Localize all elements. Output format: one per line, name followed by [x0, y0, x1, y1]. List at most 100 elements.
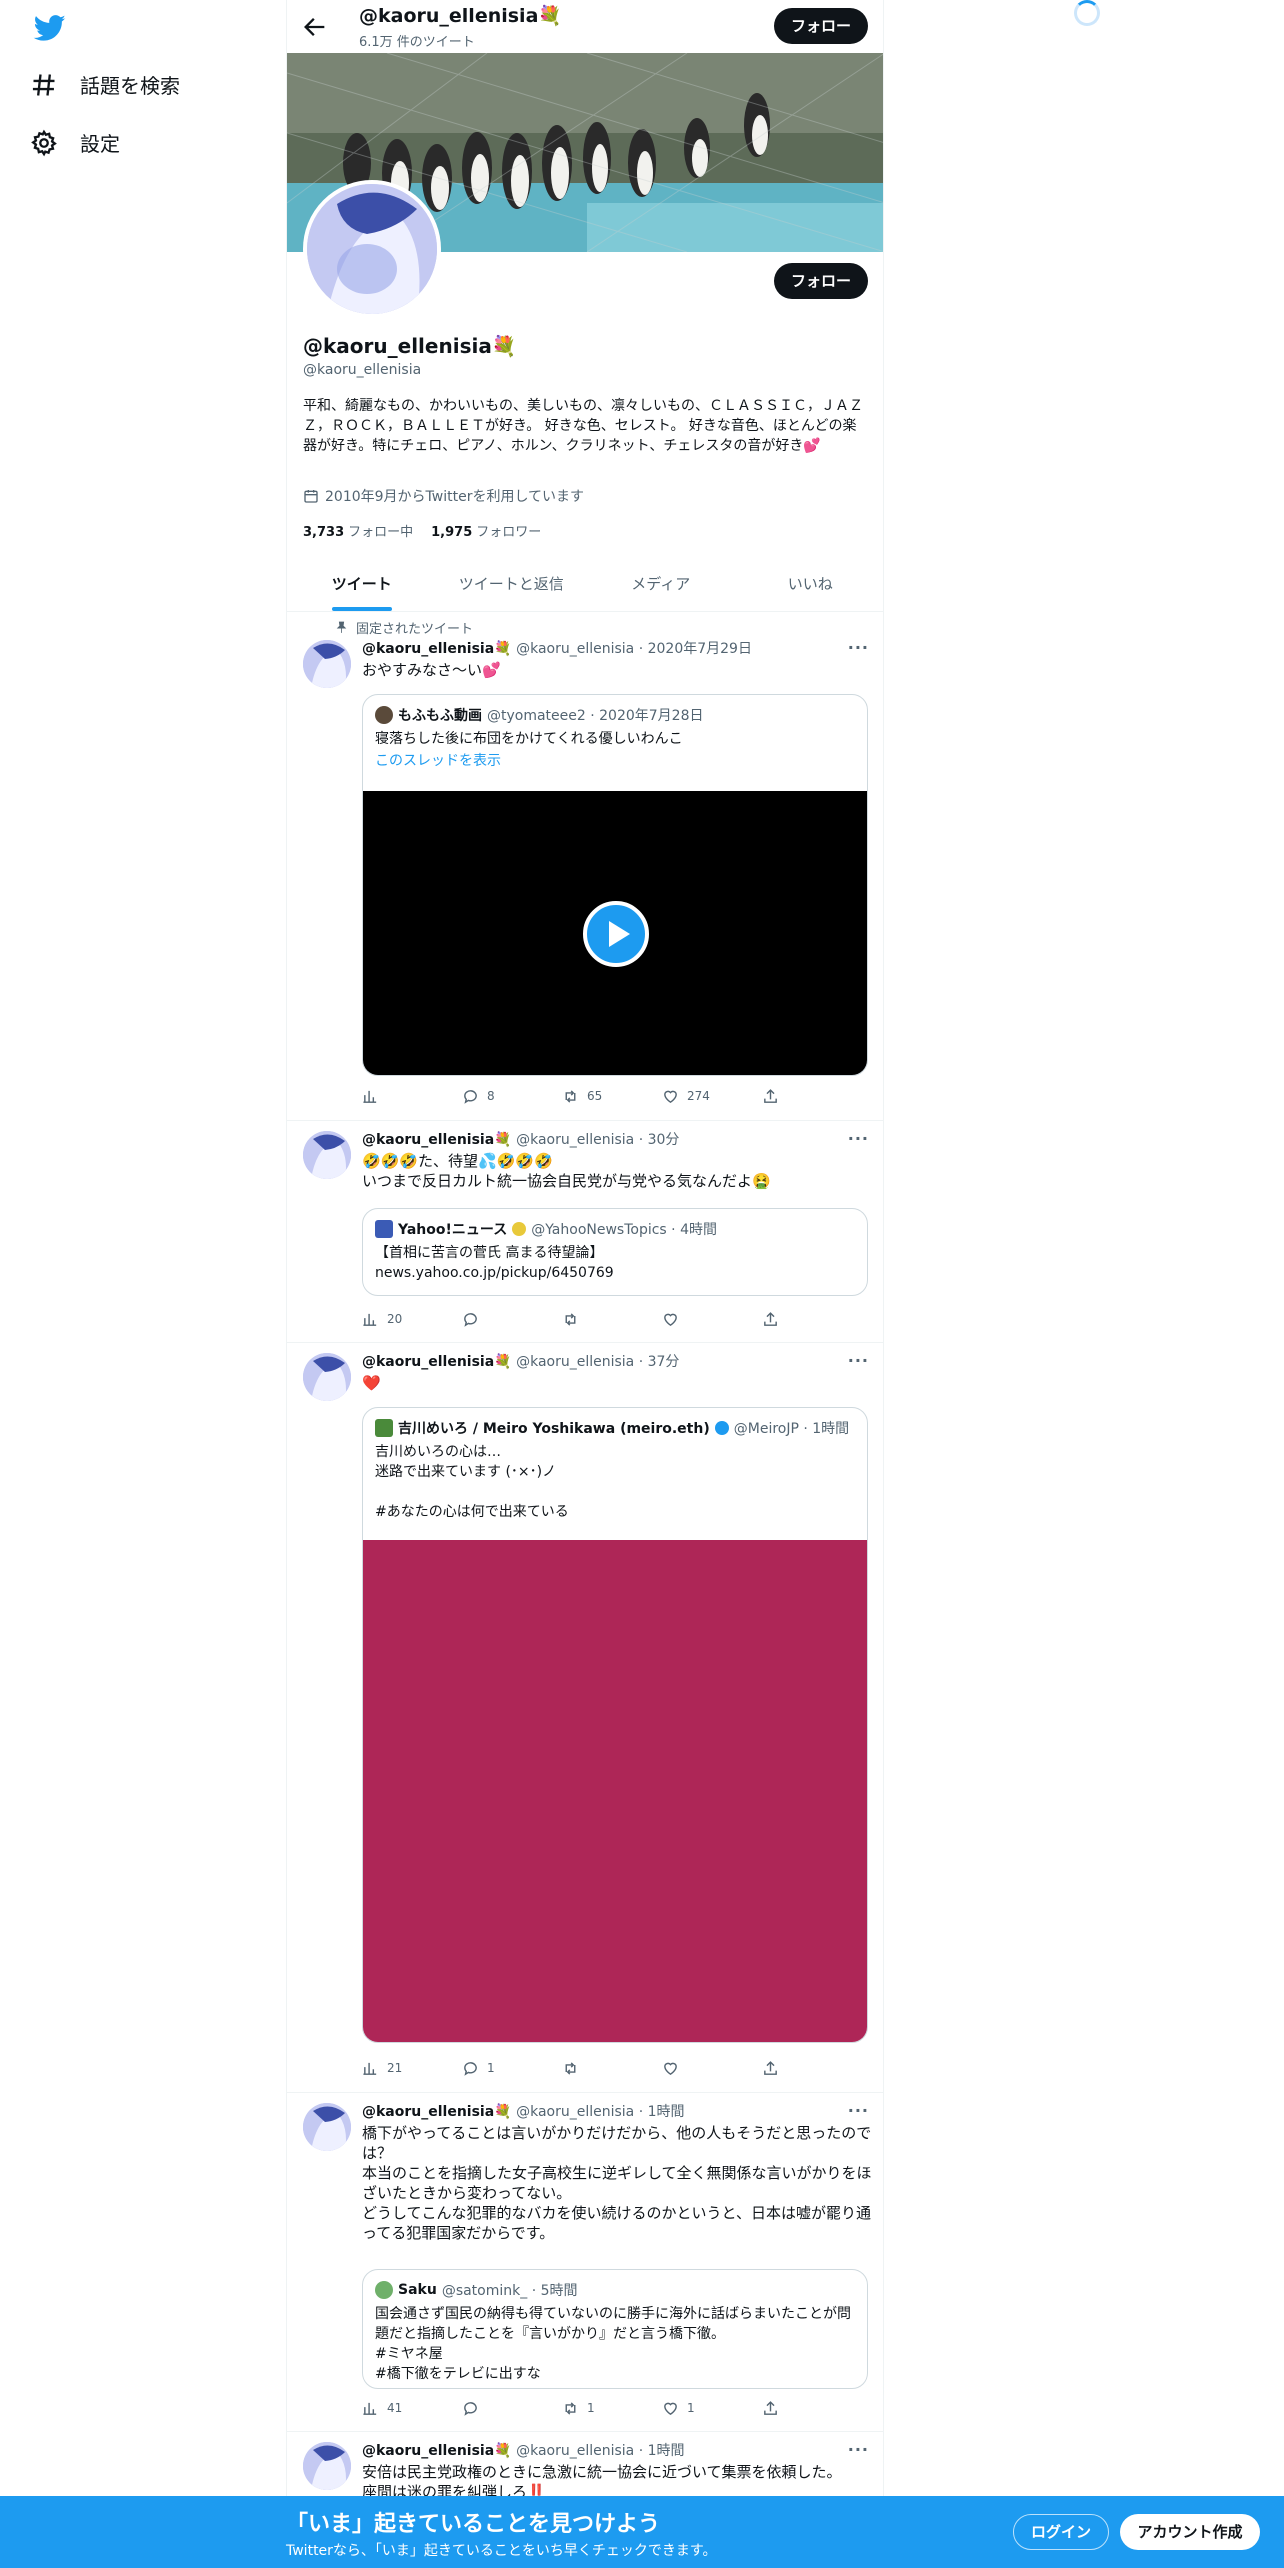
- tweet-author[interactable]: @kaoru_ellenisia💐: [362, 641, 512, 657]
- reply-button[interactable]: 1: [462, 2058, 532, 2078]
- tweet-author[interactable]: @kaoru_ellenisia💐: [362, 2443, 512, 2459]
- followers-label: フォロワー: [476, 525, 542, 540]
- retweet-button[interactable]: 1: [562, 2398, 632, 2418]
- more-icon[interactable]: ···: [848, 2440, 869, 2459]
- twitter-logo-icon[interactable]: [30, 12, 70, 44]
- views-button[interactable]: 20: [362, 1309, 432, 1329]
- nav-settings[interactable]: 設定: [30, 128, 120, 157]
- tweet-avatar[interactable]: [303, 2103, 351, 2151]
- tweet-author[interactable]: @kaoru_ellenisia💐: [362, 1354, 512, 1370]
- following-link[interactable]: 3,733 フォロー中: [303, 521, 413, 540]
- back-arrow-icon[interactable]: [301, 13, 329, 41]
- calendar-icon: [304, 490, 318, 503]
- reply-count: 1: [487, 2061, 495, 2075]
- followers-link[interactable]: 1,975 フォロワー: [431, 521, 541, 540]
- show-thread-link[interactable]: このスレッドを表示: [375, 751, 855, 771]
- tab-tweets-replies[interactable]: ツイートと返信: [437, 556, 587, 611]
- quote-meta: @MeiroJP · 1時間: [733, 1421, 850, 1437]
- reply-button[interactable]: [462, 2398, 532, 2418]
- tweet-avatar[interactable]: [303, 2442, 351, 2490]
- quote-tweet[interactable]: もふもふ動画 @tyomateee2 · 2020年7月28日 寝落ちした後に布団…: [362, 694, 868, 1076]
- tweet-avatar[interactable]: [303, 640, 351, 688]
- like-button[interactable]: 274: [662, 1086, 732, 1106]
- retweet-icon: [565, 2061, 576, 2075]
- tweet-header: @kaoru_ellenisia💐 @kaoru_ellenisia · 37分: [362, 1351, 679, 1371]
- tweet-avatar[interactable]: [303, 1353, 351, 1401]
- share-button[interactable]: [762, 2398, 782, 2418]
- header-tweet-count: 6.1万 件のツイート: [359, 35, 475, 50]
- tweet-avatar[interactable]: [303, 1131, 351, 1179]
- tweet-author[interactable]: @kaoru_ellenisia💐: [362, 1132, 512, 1148]
- like-count: 1: [687, 2401, 695, 2415]
- nav-explore[interactable]: 話題を検索: [30, 70, 180, 99]
- retweet-button[interactable]: 65: [562, 1086, 632, 1106]
- more-icon[interactable]: ···: [848, 2101, 869, 2120]
- quote-meta: @YahooNewsTopics · 4時間: [531, 1222, 717, 1238]
- tweet-meta: @kaoru_ellenisia · 2020年7月29日: [516, 641, 752, 657]
- tweet-meta: @kaoru_ellenisia · 1時間: [516, 2104, 685, 2120]
- play-icon[interactable]: [583, 901, 649, 967]
- share-button[interactable]: [762, 1309, 782, 1329]
- retweet-button[interactable]: [562, 2058, 632, 2078]
- like-button[interactable]: 1: [662, 2398, 732, 2418]
- quote-avatar: [375, 706, 393, 724]
- tweet-author[interactable]: @kaoru_ellenisia💐: [362, 2104, 512, 2120]
- views-button[interactable]: 41: [362, 2398, 432, 2418]
- header-follow-button[interactable]: フォロー: [774, 8, 868, 44]
- signup-banner: 「いま」起きていることを見つけよう Twitterなら、「いま」起きていることを…: [0, 2496, 1284, 2568]
- tweet[interactable]: @kaoru_ellenisia💐 @kaoru_ellenisia · 30分…: [287, 1121, 883, 1343]
- quote-image[interactable]: [363, 1540, 867, 2042]
- like-button[interactable]: [662, 2058, 732, 2078]
- verified-icon: [512, 1222, 527, 1236]
- share-icon: [764, 1088, 777, 1103]
- profile-name: @kaoru_ellenisia💐: [303, 334, 517, 358]
- quote-meta: @satomink_ · 5時間: [441, 2283, 578, 2299]
- tab-likes[interactable]: いいね: [736, 556, 884, 611]
- profile-avatar[interactable]: [303, 180, 441, 318]
- more-icon[interactable]: ···: [848, 638, 869, 657]
- more-icon[interactable]: ···: [848, 1351, 869, 1370]
- tab-media[interactable]: メディア: [586, 556, 736, 611]
- quote-text: 吉川めいろの心は… 迷路で出来ています (･×･)ノ #あなたの心は何で出来てい…: [375, 1444, 569, 1520]
- video-player[interactable]: [363, 791, 867, 1075]
- quote-tweet[interactable]: Saku @satomink_ · 5時間 国会通さず国民の納得も得ていないのに勝…: [362, 2269, 868, 2389]
- reply-icon: [464, 2401, 477, 2416]
- quote-text: 寝落ちした後に布団をかけてくれる優しいわんこ: [375, 731, 683, 747]
- like-button[interactable]: [662, 1309, 732, 1329]
- share-button[interactable]: [762, 2058, 782, 2078]
- login-button[interactable]: ログイン: [1013, 2514, 1109, 2550]
- loading-spinner-icon: [1074, 0, 1100, 26]
- signup-button[interactable]: アカウント作成: [1120, 2514, 1260, 2550]
- profile-follow-button[interactable]: フォロー: [774, 263, 868, 299]
- tweet-text: 🤣🤣🤣た、待望💦🤣🤣🤣 いつまで反日カルト統一協会自民党が与党やる気なんだよ🤮: [362, 1152, 771, 1190]
- quote-tweet[interactable]: Yahoo!ニュース @YahooNewsTopics · 4時間 【首相に苦言の…: [362, 1208, 868, 1296]
- main-column: @kaoru_ellenisia💐 6.1万 件のツイート フォロー フォロー …: [286, 0, 884, 2568]
- retweet-count: 65: [587, 1089, 603, 1103]
- analytics-icon: [363, 1313, 377, 1326]
- followers-count: 1,975: [431, 525, 473, 540]
- retweet-icon: [565, 2401, 576, 2415]
- more-icon[interactable]: ···: [848, 1129, 869, 1148]
- profile-stats: 3,733 フォロー中 1,975 フォロワー: [303, 521, 541, 540]
- tweet-meta: @kaoru_ellenisia · 1時間: [516, 2443, 685, 2459]
- reply-button[interactable]: [462, 1309, 532, 1329]
- tab-tweets[interactable]: ツイート: [287, 556, 437, 611]
- retweet-button[interactable]: [562, 1309, 632, 1329]
- views-button[interactable]: [362, 1086, 432, 1106]
- tweet[interactable]: @kaoru_ellenisia💐 @kaoru_ellenisia · 37分…: [287, 1343, 883, 2093]
- share-button[interactable]: [762, 1086, 782, 1106]
- following-label: フォロー中: [348, 525, 414, 540]
- tweet-text: おやすみなさ〜い💕: [362, 661, 501, 679]
- tweet[interactable]: @kaoru_ellenisia💐 @kaoru_ellenisia · 202…: [287, 612, 883, 1121]
- header-name: @kaoru_ellenisia💐: [359, 5, 563, 27]
- tweet-actions: 41 1 1: [362, 2398, 782, 2418]
- reply-button[interactable]: 8: [462, 1086, 532, 1106]
- share-icon: [764, 1311, 777, 1326]
- profile-tabs: ツイート ツイートと返信 メディア いいね: [287, 556, 884, 612]
- share-icon: [764, 2400, 777, 2415]
- quote-tweet[interactable]: 吉川めいろ / Meiro Yoshikawa (meiro.eth) @Meir…: [362, 1407, 868, 2043]
- quote-header: もふもふ動画 @tyomateee2 · 2020年7月28日: [375, 705, 704, 725]
- views-button[interactable]: 21: [362, 2058, 432, 2078]
- quote-author: 吉川めいろ / Meiro Yoshikawa (meiro.eth): [398, 1421, 710, 1437]
- tweet[interactable]: @kaoru_ellenisia💐 @kaoru_ellenisia · 1時間…: [287, 2093, 883, 2432]
